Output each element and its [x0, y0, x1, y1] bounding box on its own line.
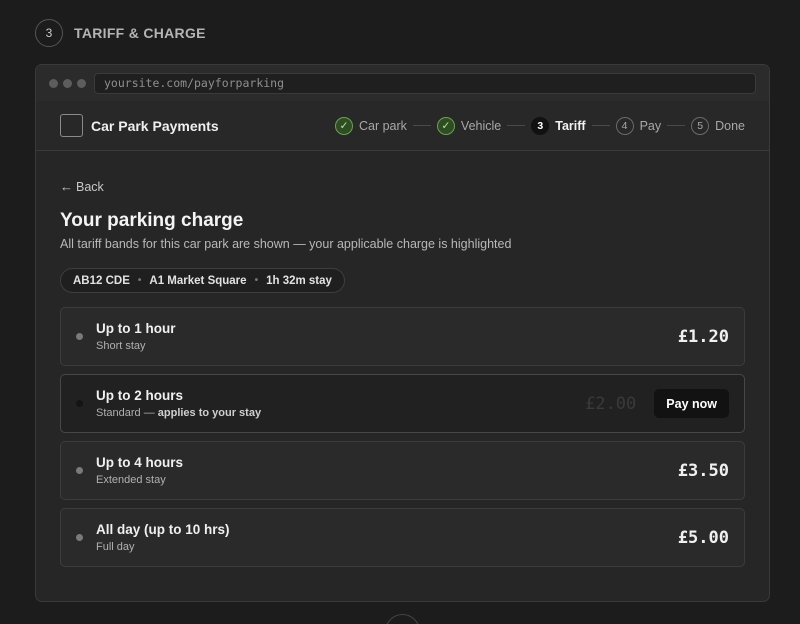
step-divider	[591, 125, 610, 126]
page-subtitle: All tariff bands for this car park are s…	[60, 237, 512, 251]
tariff-price: £1.20	[677, 326, 729, 347]
tariff-name: Up to 4 hours	[96, 455, 183, 470]
check-icon: ✓	[436, 116, 455, 135]
page-title: Your parking charge	[60, 210, 244, 231]
stay-summary: AB12 CDE • A1 Market Square • 1h 32m sta…	[60, 268, 345, 293]
step-tariff: 3 Tariff	[531, 116, 586, 135]
tariff-dot	[76, 467, 83, 474]
browser-window: yoursite.com/payforparking Car Park Paym…	[35, 64, 770, 602]
step-divider	[667, 125, 686, 126]
url-bar[interactable]: yoursite.com/payforparking	[94, 72, 756, 94]
step-divider	[412, 125, 431, 126]
tariff-price: £3.50	[677, 460, 729, 481]
tariff-description: Extended stay	[96, 474, 166, 486]
back-link[interactable]: ← Back	[60, 179, 104, 194]
tariff-description: Standard — applies to your stay	[96, 407, 261, 419]
separator-dot: •	[137, 275, 142, 286]
window-dot-maximize[interactable]	[77, 78, 86, 88]
tariff-dot	[76, 333, 83, 340]
step-label: Pay	[639, 118, 662, 133]
tariff-applies-note: applies to your stay	[157, 407, 262, 419]
app-name: Car Park Payments	[91, 117, 219, 134]
step-label: Done	[715, 118, 745, 133]
tariff-price: £2.00	[585, 393, 637, 414]
tariff-row-highlighted: Up to 2 hours Standard — applies to your…	[60, 374, 745, 433]
stay-duration: 1h 32m stay	[266, 274, 332, 287]
step-car-park: ✓ Car park	[334, 116, 407, 135]
section-title: TARIFF & CHARGE	[74, 25, 206, 41]
step-pay: 4 Pay	[615, 116, 662, 135]
tariff-row: Up to 4 hours Extended stay £3.50	[60, 441, 745, 500]
back-label: Back	[76, 179, 104, 194]
tariff-row: All day (up to 10 hrs) Full day £5.00	[60, 508, 745, 567]
pay-now-button[interactable]: Pay now	[654, 389, 729, 418]
separator-dot: •	[254, 275, 259, 286]
step-label: Car park	[358, 118, 407, 133]
tariff-description: Full day	[96, 541, 135, 553]
step-vehicle: ✓ Vehicle	[436, 116, 502, 135]
step-number: 3	[531, 116, 550, 135]
section-number: 3	[35, 19, 63, 47]
main-content: ← Back Your parking charge All tariff ba…	[36, 151, 769, 567]
step-divider	[507, 125, 526, 126]
vehicle-plate: AB12 CDE	[73, 274, 130, 287]
check-icon: ✓	[334, 116, 353, 135]
tariff-list: Up to 1 hour Short stay £1.20 Up to 2 ho…	[60, 307, 745, 567]
browser-chrome: yoursite.com/payforparking	[36, 65, 769, 101]
progress-steps: ✓ Car park ✓ Vehicle 3 Tariff 4 Pay 5 Do…	[334, 116, 745, 135]
next-section-circle	[385, 614, 420, 624]
section-header: 3 TARIFF & CHARGE	[35, 19, 206, 47]
car-park-location: A1 Market Square	[149, 274, 247, 287]
step-number: 5	[691, 116, 710, 135]
app-logo	[60, 114, 83, 137]
tariff-description-text: Standard —	[96, 407, 158, 419]
tariff-price: £5.00	[677, 527, 729, 548]
tariff-name: Up to 1 hour	[96, 321, 176, 336]
app-header: Car Park Payments ✓ Car park ✓ Vehicle 3…	[36, 101, 769, 151]
step-label: Tariff	[555, 118, 586, 133]
tariff-row: Up to 1 hour Short stay £1.20	[60, 307, 745, 366]
tariff-description: Short stay	[96, 340, 146, 352]
tariff-dot	[76, 400, 83, 407]
step-done: 5 Done	[691, 116, 745, 135]
window-dot-minimize[interactable]	[63, 78, 72, 88]
step-number: 4	[615, 116, 634, 135]
arrow-left-icon: ←	[60, 179, 73, 194]
tariff-name: Up to 2 hours	[96, 388, 183, 403]
tariff-name: All day (up to 10 hrs)	[96, 522, 230, 537]
tariff-dot	[76, 534, 83, 541]
step-label: Vehicle	[460, 118, 502, 133]
window-dot-close[interactable]	[49, 78, 58, 88]
